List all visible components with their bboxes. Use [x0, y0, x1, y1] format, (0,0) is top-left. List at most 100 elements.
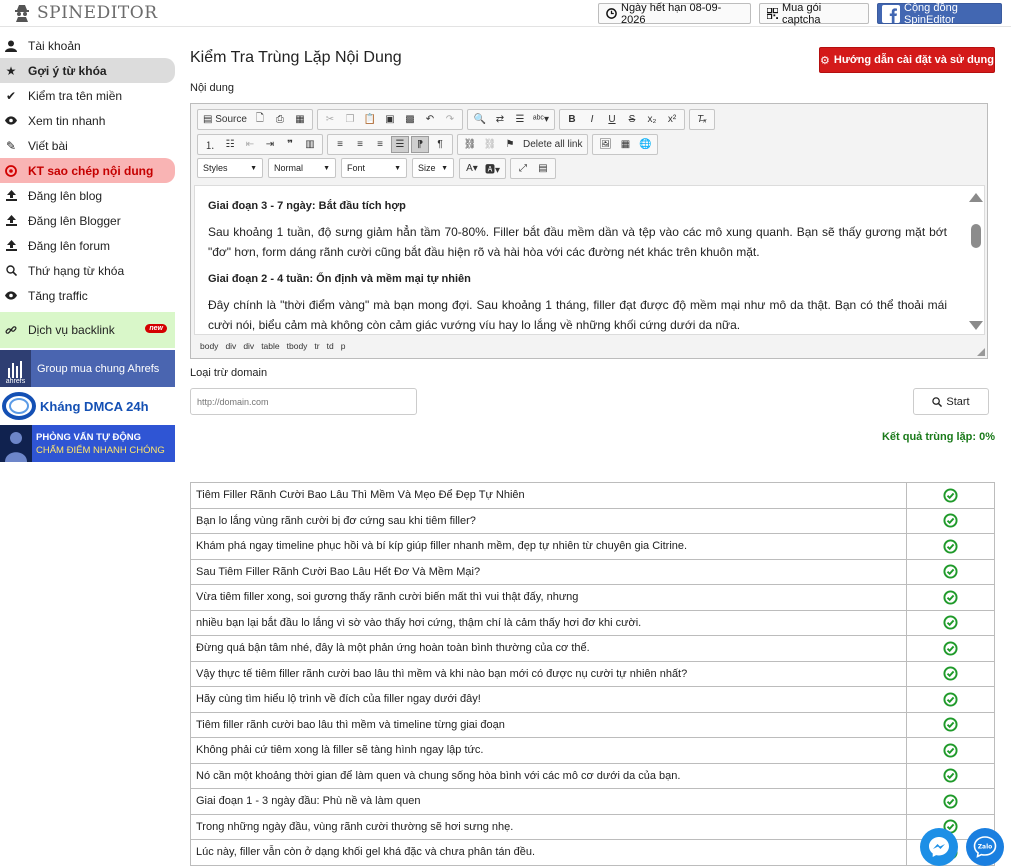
replace-button[interactable]: ⇄ — [491, 111, 509, 128]
indent-button[interactable]: ⇥ — [261, 136, 279, 153]
copy-button[interactable]: ❐ — [341, 111, 359, 128]
styles-dropdown[interactable]: Styles ▼ — [197, 158, 263, 178]
italic-button[interactable]: I — [583, 111, 601, 128]
logo[interactable]: SPINEDITOR — [14, 3, 158, 23]
numbered-list-button[interactable]: ⒈ — [201, 136, 219, 153]
start-button[interactable]: Start — [913, 388, 989, 415]
align-justify-button[interactable]: ☰ — [391, 135, 409, 153]
path-item[interactable]: tbody — [287, 341, 308, 351]
ahrefs-logo-text: ahrefs — [5, 378, 26, 385]
toolbar-group-basicstyles: B I U S x₂ x² — [558, 108, 685, 130]
text-color-button[interactable]: A▾ — [463, 160, 481, 177]
ahrefs-banner[interactable]: ahrefs Group mua chung Ahrefs — [0, 350, 175, 387]
ahrefs-banner-text: Group mua chung Ahrefs — [37, 362, 160, 375]
template-icon: ▦ — [295, 113, 305, 125]
iframe-button[interactable]: 🌐 — [636, 136, 654, 153]
path-item[interactable]: p — [341, 341, 346, 351]
path-item[interactable]: tr — [314, 341, 319, 351]
format-dropdown[interactable]: Normal ▼ — [268, 158, 336, 178]
sidebar-item-post-forum[interactable]: Đăng lên forum — [0, 233, 175, 258]
sidebar-item-label: Thứ hạng từ khóa — [28, 263, 125, 278]
subscript-button[interactable]: x₂ — [643, 111, 661, 128]
path-item[interactable]: td — [327, 341, 334, 351]
sidebar-item-account[interactable]: Tài khoản — [0, 33, 175, 58]
rtl-button[interactable]: ¶ — [431, 136, 449, 153]
template-button[interactable]: ▦ — [291, 111, 309, 128]
sidebar-item-keyword-rank[interactable]: Thứ hạng từ khóa — [0, 258, 175, 283]
align-left-button[interactable]: ≡ — [331, 136, 349, 153]
sidebar-item-write-post[interactable]: ✎ Viết bài — [0, 133, 175, 158]
bg-color-button[interactable]: 🅰▾ — [483, 160, 502, 177]
print-icon: ⎙ — [275, 113, 284, 125]
path-item[interactable]: body — [200, 341, 218, 351]
remove-format-button[interactable]: T̶ₓ — [693, 111, 711, 128]
sidebar-item-quick-news[interactable]: Xem tin nhanh — [0, 108, 175, 133]
underline-button[interactable]: U — [603, 111, 621, 128]
div-button[interactable]: ▥ — [301, 136, 319, 153]
sidebar-item-post-blog[interactable]: Đăng lên blog — [0, 183, 175, 208]
ltr-button[interactable]: ⁋ — [411, 135, 429, 153]
exclude-domain-input[interactable] — [190, 388, 417, 415]
sentence-cell: Vừa tiêm filler xong, soi gương thấy rãn… — [190, 584, 907, 611]
path-item[interactable]: div — [243, 341, 254, 351]
strike-button[interactable]: S — [623, 111, 641, 128]
editor-content-area[interactable]: Giai đoạn 3 - 7 ngày: Bắt đầu tích hợp S… — [194, 185, 985, 335]
delete-all-link-button[interactable]: Delete all link — [521, 136, 584, 153]
sidebar-item-copy-check[interactable]: KT sao chép nội dung — [0, 158, 175, 183]
outdent-button[interactable]: ⇤ — [241, 136, 259, 153]
preview-button[interactable]: 🗋 — [251, 111, 269, 128]
dmca-banner[interactable]: Kháng DMCA 24h — [0, 387, 175, 425]
align-center-button[interactable]: ≡ — [351, 136, 369, 153]
select-all-button[interactable]: ☰ — [511, 111, 529, 128]
sidebar-item-keyword-suggest[interactable]: ★ Gợi ý từ khóa — [0, 58, 175, 83]
interview-banner[interactable]: PHỎNG VẤN TỰ ĐỘNG CHẤM ĐIỂM NHANH CHÓNG — [0, 425, 175, 462]
interview-image — [0, 425, 32, 462]
toolbar-group-cleanup: T̶ₓ — [688, 108, 715, 130]
unlink-button[interactable]: ⛓ — [481, 136, 499, 153]
paste-text-button[interactable]: ▣ — [381, 111, 399, 128]
table-row: Vậy thực tế tiêm filler rãnh cười bao lâ… — [190, 660, 995, 687]
sidebar-item-traffic[interactable]: Tăng traffic — [0, 283, 175, 308]
bulleted-list-button[interactable]: ☷ — [221, 136, 239, 153]
paste-button[interactable]: 📋 — [361, 111, 379, 128]
scroll-down-arrow-icon[interactable] — [969, 321, 983, 330]
font-dropdown[interactable]: Font ▼ — [341, 158, 407, 178]
spellcheck-button[interactable]: ᵃᵇᶜ▾ — [531, 111, 551, 128]
undo-button[interactable]: ↶ — [421, 111, 439, 128]
expiry-date-button[interactable]: Ngày hết hạn 08-09-2026 — [598, 2, 751, 26]
image-button[interactable]: 🖼 — [596, 136, 614, 153]
blockquote-button[interactable]: ❞ — [281, 136, 299, 153]
print-button[interactable]: ⎙ — [271, 111, 289, 128]
buy-captcha-button[interactable]: Mua gói captcha — [759, 2, 869, 26]
community-button[interactable]: Cộng đồng SpinEditor — [877, 2, 1002, 26]
find-button[interactable]: 🔍 — [471, 111, 489, 128]
align-right-button[interactable]: ≡ — [371, 136, 389, 153]
superscript-button[interactable]: x² — [663, 111, 681, 128]
scroll-thumb[interactable] — [971, 224, 981, 248]
source-button[interactable]: ▤ Source — [201, 111, 249, 128]
anchor-button[interactable]: ⚑ — [501, 136, 519, 153]
sidebar-item-backlink[interactable]: Dịch vụ backlink new — [0, 312, 175, 348]
sidebar-item-domain-check[interactable]: ✔ Kiểm tra tên miền — [0, 83, 175, 108]
path-item[interactable]: div — [225, 341, 236, 351]
cut-button[interactable]: ✂ — [321, 111, 339, 128]
paste-word-button[interactable]: ▩ — [401, 111, 419, 128]
editor-scrollbar[interactable] — [968, 186, 984, 334]
link-button[interactable]: ⛓ — [461, 136, 479, 153]
sidebar-item-post-blogger[interactable]: Đăng lên Blogger — [0, 208, 175, 233]
table-button[interactable]: ▦ — [616, 136, 634, 153]
size-dropdown[interactable]: Size ▼ — [412, 158, 454, 178]
guide-button[interactable]: ⚙ Hướng dẫn cài đặt và sử dụng — [819, 47, 995, 73]
resize-grip[interactable] — [977, 348, 985, 356]
redo-button[interactable]: ↷ — [441, 111, 459, 128]
align-center-icon: ≡ — [357, 138, 363, 150]
bold-button[interactable]: B — [563, 111, 581, 128]
messenger-chat-button[interactable] — [920, 828, 958, 866]
show-blocks-button[interactable]: ▤ — [534, 160, 552, 177]
maximize-icon: ⤢ — [519, 162, 528, 174]
path-item[interactable]: table — [261, 341, 279, 351]
maximize-button[interactable]: ⤢ — [514, 160, 532, 177]
status-cell — [906, 635, 995, 662]
zalo-chat-button[interactable]: Zalo — [966, 828, 1004, 866]
scroll-up-arrow-icon[interactable] — [969, 193, 983, 202]
